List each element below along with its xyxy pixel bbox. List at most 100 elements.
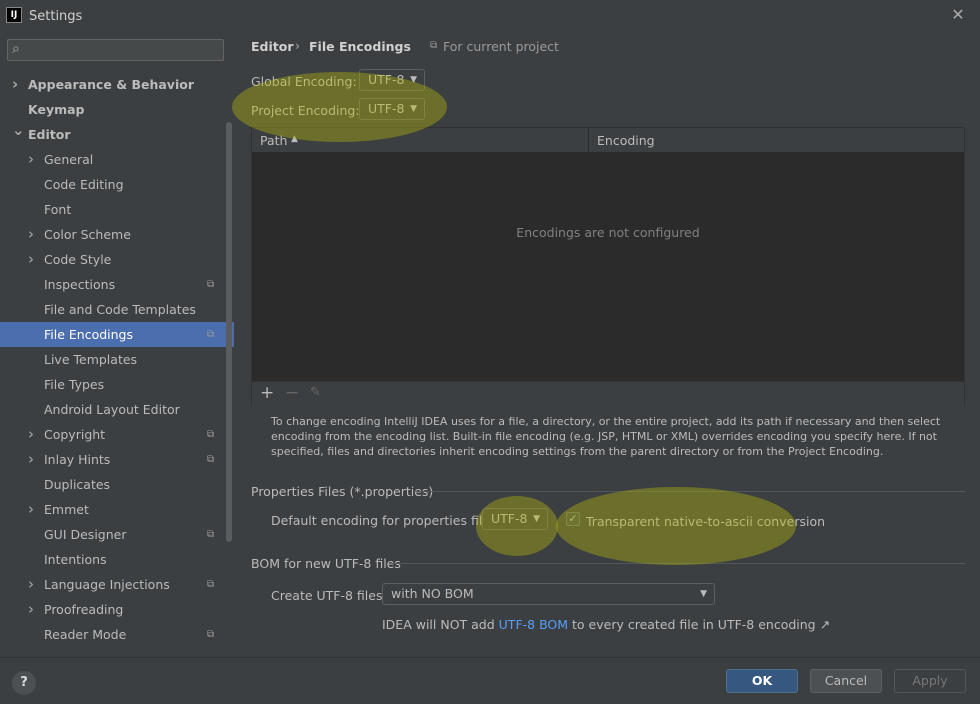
chevron-right-icon[interactable]: › — [28, 147, 34, 172]
bom-section-title: BOM for new UTF-8 files — [251, 556, 401, 571]
sidebar-item-label: Code Editing — [44, 177, 124, 192]
table-toolbar: + − ✎ — [252, 381, 964, 406]
sidebar-item[interactable]: File Encodings ⧉ — [0, 322, 234, 347]
page-title: File Encodings — [309, 39, 411, 54]
chevron-down-icon[interactable]: ⌄ — [12, 118, 25, 143]
sidebar-item-label: Intentions — [44, 552, 107, 567]
chevron-right-icon[interactable]: › — [28, 572, 34, 597]
intellij-logo-icon: IJ — [6, 7, 22, 23]
sidebar-item-label: File Encodings — [44, 327, 134, 342]
sidebar-item[interactable]: › Appearance & Behavior — [0, 72, 234, 97]
column-header-path[interactable]: Path — [260, 133, 287, 148]
sidebar-item-label: Language Injections — [44, 577, 170, 592]
sidebar-item[interactable]: File Types — [0, 372, 234, 397]
dropdown-arrow-icon: ▼ — [410, 104, 417, 114]
bom-note-suffix: to every created file in UTF-8 encoding … — [568, 617, 831, 632]
dropdown-arrow-icon: ▼ — [700, 589, 707, 599]
sidebar-item[interactable]: Code Editing — [0, 172, 234, 197]
column-header-encoding[interactable]: Encoding — [597, 133, 655, 148]
sidebar-item[interactable]: › General — [0, 147, 234, 172]
sidebar-item[interactable]: › Inlay Hints ⧉ — [0, 447, 234, 472]
chevron-right-icon[interactable]: › — [28, 597, 34, 622]
global-encoding-value: UTF-8 — [368, 72, 405, 87]
sidebar-item[interactable]: Intentions — [0, 547, 234, 572]
encodings-table[interactable]: Path ▲ Encoding Encodings are not config… — [251, 127, 965, 406]
bom-note-prefix: IDEA will NOT add — [382, 617, 499, 632]
sidebar-item[interactable]: Duplicates — [0, 472, 234, 497]
section-divider — [414, 491, 965, 492]
help-button[interactable]: ? — [12, 671, 36, 695]
breadcrumb-editor[interactable]: Editor — [251, 39, 294, 54]
sidebar-item-label: GUI Designer — [44, 527, 127, 542]
chevron-right-icon[interactable]: › — [28, 497, 34, 522]
sidebar-item-label: Editor — [28, 127, 71, 142]
window-title: Settings — [29, 9, 83, 24]
create-utf8-label: Create UTF-8 files: — [271, 588, 387, 603]
sidebar-item-label: Reader Mode — [44, 627, 127, 642]
sidebar-item[interactable]: File and Code Templates — [0, 297, 234, 322]
sidebar-item[interactable]: Keymap — [0, 97, 234, 122]
sidebar-item[interactable]: Font — [0, 197, 234, 222]
project-scope-icon: ⧉ — [207, 429, 215, 440]
dropdown-arrow-icon: ▼ — [533, 514, 540, 524]
chevron-right-icon[interactable]: › — [12, 72, 18, 97]
global-encoding-select[interactable]: UTF-8 ▼ — [359, 69, 425, 91]
apply-button[interactable]: Apply — [894, 669, 966, 693]
properties-encoding-select[interactable]: UTF-8 ▼ — [482, 508, 548, 530]
project-scope-icon: ⧉ — [207, 279, 215, 290]
search-input[interactable]: ⌕ — [7, 39, 224, 61]
project-scope-icon: ⧉ — [430, 40, 438, 51]
ok-button[interactable]: OK — [726, 669, 798, 693]
sort-ascending-icon: ▲ — [291, 134, 298, 144]
project-scope-icon: ⧉ — [207, 629, 215, 640]
sidebar-item[interactable]: Reader Mode ⧉ — [0, 622, 234, 647]
remove-icon[interactable]: − — [285, 383, 299, 403]
sidebar-item[interactable]: › Emmet — [0, 497, 234, 522]
column-divider[interactable] — [588, 128, 589, 152]
edit-icon[interactable]: ✎ — [310, 385, 321, 400]
sidebar-item[interactable]: › Color Scheme — [0, 222, 234, 247]
sidebar-item-label: General — [44, 152, 94, 167]
utf8-bom-link[interactable]: UTF-8 BOM — [499, 617, 568, 632]
project-encoding-select[interactable]: UTF-8 ▼ — [359, 98, 425, 120]
chevron-right-icon[interactable]: › — [28, 222, 34, 247]
sidebar-item[interactable]: Android Layout Editor — [0, 397, 234, 422]
sidebar-item[interactable]: › Language Injections ⧉ — [0, 572, 234, 597]
global-encoding-label: Global Encoding: — [251, 74, 357, 89]
scope-label: For current project — [443, 39, 559, 54]
properties-default-label: Default encoding for properties files: — [271, 513, 501, 528]
chevron-right-icon[interactable]: › — [28, 447, 34, 472]
chevron-right-icon[interactable]: › — [28, 247, 34, 272]
sidebar-item-label: Inlay Hints — [44, 452, 111, 467]
sidebar-item-label: File and Code Templates — [44, 302, 196, 317]
project-scope-icon: ⧉ — [207, 579, 215, 590]
sidebar-item[interactable]: › Proofreading — [0, 597, 234, 622]
add-icon[interactable]: + — [260, 383, 274, 403]
sidebar-item[interactable]: ⌄ Editor — [0, 121, 234, 147]
sidebar-item[interactable]: › Copyright ⧉ — [0, 422, 234, 447]
sidebar-item[interactable]: Inspections ⧉ — [0, 272, 234, 297]
sidebar-item-label: Emmet — [44, 502, 89, 517]
bom-mode-value: with NO BOM — [391, 586, 474, 601]
sidebar-item[interactable]: GUI Designer ⧉ — [0, 522, 234, 547]
sidebar-item-label: Proofreading — [44, 602, 124, 617]
sidebar-item-label: Color Scheme — [44, 227, 131, 242]
sidebar-item-label: Code Style — [44, 252, 112, 267]
cancel-button[interactable]: Cancel — [810, 669, 882, 693]
sidebar-item[interactable]: Live Templates — [0, 347, 234, 372]
sidebar-item-label: Font — [44, 202, 72, 217]
empty-table-message: Encodings are not configured — [516, 225, 700, 240]
sidebar-item-label: Appearance & Behavior — [28, 77, 194, 92]
section-divider — [392, 563, 965, 564]
project-encoding-value: UTF-8 — [368, 101, 405, 116]
native-to-ascii-label[interactable]: Transparent native-to-ascii conversion — [586, 514, 825, 529]
close-icon[interactable]: ✕ — [948, 5, 968, 25]
bom-note: IDEA will NOT add UTF-8 BOM to every cre… — [382, 617, 830, 632]
bom-mode-select[interactable]: with NO BOM ▼ — [382, 583, 715, 605]
native-to-ascii-checkbox[interactable]: ✓ — [566, 512, 580, 526]
sidebar-item[interactable]: › Code Style — [0, 247, 234, 272]
sidebar-scrollbar[interactable] — [226, 122, 232, 542]
search-icon: ⌕ — [12, 41, 20, 57]
title-bar: IJ Settings ✕ — [0, 0, 980, 32]
chevron-right-icon[interactable]: › — [28, 422, 34, 447]
